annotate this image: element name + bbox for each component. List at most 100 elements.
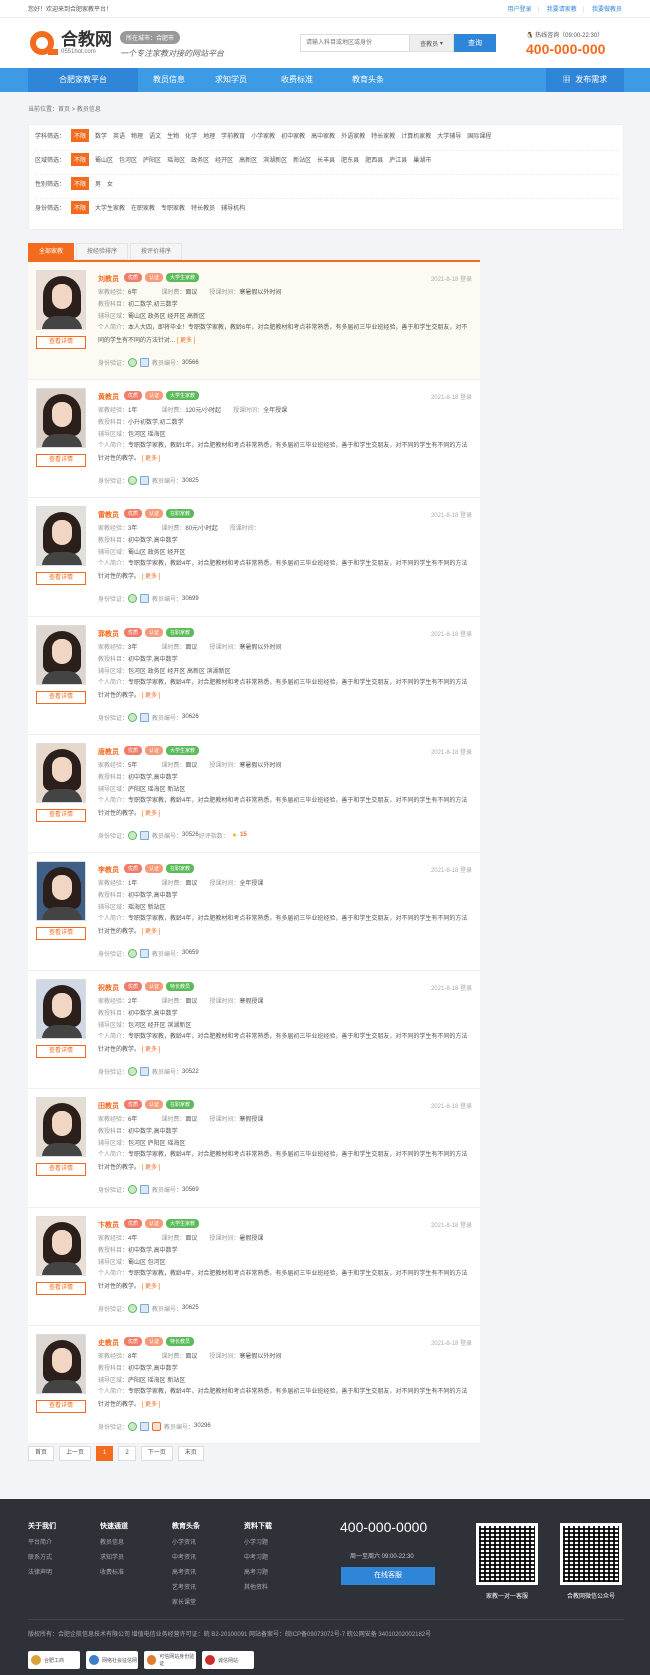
- more-link[interactable]: [ 更多 ]: [142, 1165, 161, 1171]
- filter-option[interactable]: 专职家教: [161, 203, 185, 212]
- more-link[interactable]: [ 更多 ]: [177, 338, 196, 344]
- filter-option[interactable]: 庐阳区: [143, 155, 161, 164]
- page-prev[interactable]: 上一页: [59, 1446, 92, 1461]
- filter-option[interactable]: 国际课程: [467, 131, 491, 140]
- tutor-photo[interactable]: [36, 742, 86, 803]
- view-detail-button[interactable]: 查看详情: [36, 808, 86, 822]
- seal-trusted[interactable]: 可信网站身份验证: [144, 1651, 196, 1669]
- filter-option[interactable]: 政务区: [191, 155, 209, 164]
- more-link[interactable]: [ 更多 ]: [142, 811, 161, 817]
- filter-option[interactable]: 蜀山区: [95, 155, 113, 164]
- footer-link[interactable]: 家长课堂: [172, 1597, 200, 1606]
- more-link[interactable]: [ 更多 ]: [142, 456, 161, 462]
- tutor-name[interactable]: 唐教员: [98, 747, 119, 757]
- filter-option[interactable]: 初中家教: [281, 131, 305, 140]
- footer-link[interactable]: 小学习题: [244, 1537, 272, 1546]
- filter-option[interactable]: 包河区: [119, 155, 137, 164]
- become-tutor-link[interactable]: 我要做教员: [592, 7, 622, 13]
- filter-option[interactable]: 庐江县: [389, 155, 407, 164]
- tutor-photo[interactable]: [36, 1215, 86, 1276]
- filter-option[interactable]: 高新区: [239, 155, 257, 164]
- filter-option[interactable]: 英语: [113, 131, 125, 140]
- footer-link[interactable]: 法律声明: [28, 1567, 56, 1576]
- nav-news[interactable]: 教育头条: [332, 68, 404, 92]
- filter-option[interactable]: 长丰县: [317, 155, 335, 164]
- tab-rating[interactable]: 按评价排序: [130, 243, 183, 260]
- hire-tutor-link[interactable]: 我要请家教: [547, 7, 577, 13]
- footer-link[interactable]: 求知学员: [100, 1552, 128, 1561]
- filter-option[interactable]: 物理: [131, 131, 143, 140]
- footer-link[interactable]: 教员信息: [100, 1537, 128, 1546]
- filter-option[interactable]: 大学辅导: [437, 131, 461, 140]
- filter-option[interactable]: 特长教员: [191, 203, 215, 212]
- login-link[interactable]: 用户登录: [507, 7, 531, 13]
- filter-option[interactable]: 瑶海区: [167, 155, 185, 164]
- view-detail-button[interactable]: 查看详情: [36, 336, 86, 349]
- view-detail-button[interactable]: 查看详情: [36, 572, 86, 586]
- filter-option[interactable]: 外语家教: [341, 131, 365, 140]
- filter-option[interactable]: 不限: [71, 129, 90, 142]
- filter-option[interactable]: 计算机家教: [401, 131, 431, 140]
- filter-option[interactable]: 语文: [149, 131, 161, 140]
- nav-fees[interactable]: 收费标准: [262, 68, 332, 92]
- page-next[interactable]: 下一页: [140, 1446, 173, 1461]
- footer-link[interactable]: 收费标准: [100, 1567, 128, 1576]
- site-logo[interactable]: 合教网 0551hot.com: [28, 29, 112, 57]
- nav-tutors[interactable]: 教员信息: [138, 68, 200, 92]
- footer-link[interactable]: 中考资讯: [172, 1552, 200, 1561]
- filter-option[interactable]: 经开区: [215, 155, 233, 164]
- city-selector[interactable]: 所在城市：合肥市: [120, 31, 181, 44]
- publish-button[interactable]: ▦ 发布需求: [546, 68, 624, 92]
- footer-link[interactable]: 小学资讯: [172, 1537, 200, 1546]
- footer-link[interactable]: 高考习题: [244, 1567, 272, 1576]
- view-detail-button[interactable]: 查看详情: [36, 1045, 86, 1059]
- more-link[interactable]: [ 更多 ]: [142, 929, 161, 935]
- tutor-name[interactable]: 李教员: [98, 865, 119, 875]
- filter-option[interactable]: 不限: [71, 153, 90, 166]
- tab-experience[interactable]: 按经验排序: [76, 243, 129, 260]
- online-service-button[interactable]: 在线客服: [341, 1567, 435, 1585]
- page-2[interactable]: 2: [118, 1446, 136, 1461]
- filter-option[interactable]: 地理: [203, 131, 215, 140]
- tutor-name[interactable]: 刘教员: [98, 274, 119, 284]
- view-detail-button[interactable]: 查看详情: [36, 454, 86, 468]
- view-detail-button[interactable]: 查看详情: [36, 690, 86, 704]
- filter-option[interactable]: 大学生家教: [95, 203, 125, 212]
- view-detail-button[interactable]: 查看详情: [36, 1281, 86, 1295]
- filter-option[interactable]: 化学: [185, 131, 197, 140]
- filter-option[interactable]: 肥西县: [365, 155, 383, 164]
- more-link[interactable]: [ 更多 ]: [142, 1284, 161, 1290]
- search-input[interactable]: [300, 34, 410, 52]
- seal-integrity[interactable]: 诚信网站: [202, 1651, 254, 1669]
- footer-link[interactable]: 高考资讯: [172, 1567, 200, 1576]
- view-detail-button[interactable]: 查看详情: [36, 1163, 86, 1177]
- tutor-name[interactable]: 黄教员: [98, 392, 119, 402]
- more-link[interactable]: [ 更多 ]: [142, 1047, 161, 1053]
- filter-option[interactable]: 在职家教: [131, 203, 155, 212]
- more-link[interactable]: [ 更多 ]: [142, 574, 161, 580]
- tutor-name[interactable]: 郭教员: [98, 629, 119, 639]
- view-detail-button[interactable]: 查看详情: [36, 926, 86, 940]
- page-first[interactable]: 首页: [28, 1446, 55, 1461]
- seal-credit[interactable]: 网络社会征信网: [86, 1651, 138, 1669]
- page-last[interactable]: 末页: [177, 1446, 204, 1461]
- tutor-name[interactable]: 雷教员: [98, 510, 119, 520]
- seal-business[interactable]: 合肥工商: [28, 1651, 80, 1669]
- filter-option[interactable]: 不限: [71, 201, 90, 214]
- footer-link[interactable]: 中考习题: [244, 1552, 272, 1561]
- filter-option[interactable]: 特长家教: [371, 131, 395, 140]
- filter-option[interactable]: 男: [95, 179, 101, 188]
- tutor-photo[interactable]: [36, 1097, 86, 1158]
- footer-link[interactable]: 其他资料: [244, 1582, 272, 1591]
- footer-link[interactable]: 艺考资讯: [172, 1582, 200, 1591]
- filter-option[interactable]: 高中家教: [311, 131, 335, 140]
- filter-option[interactable]: 滨湖新区: [263, 155, 287, 164]
- filter-option[interactable]: 学前教育: [221, 131, 245, 140]
- search-button[interactable]: 查询: [454, 34, 496, 52]
- tutor-name[interactable]: 田教员: [98, 1101, 119, 1111]
- page-1[interactable]: 1: [96, 1446, 114, 1461]
- filter-option[interactable]: 辅导机构: [221, 203, 245, 212]
- filter-option[interactable]: 生物: [167, 131, 179, 140]
- tab-all[interactable]: 全部家教: [28, 243, 75, 260]
- tutor-photo[interactable]: [36, 270, 86, 330]
